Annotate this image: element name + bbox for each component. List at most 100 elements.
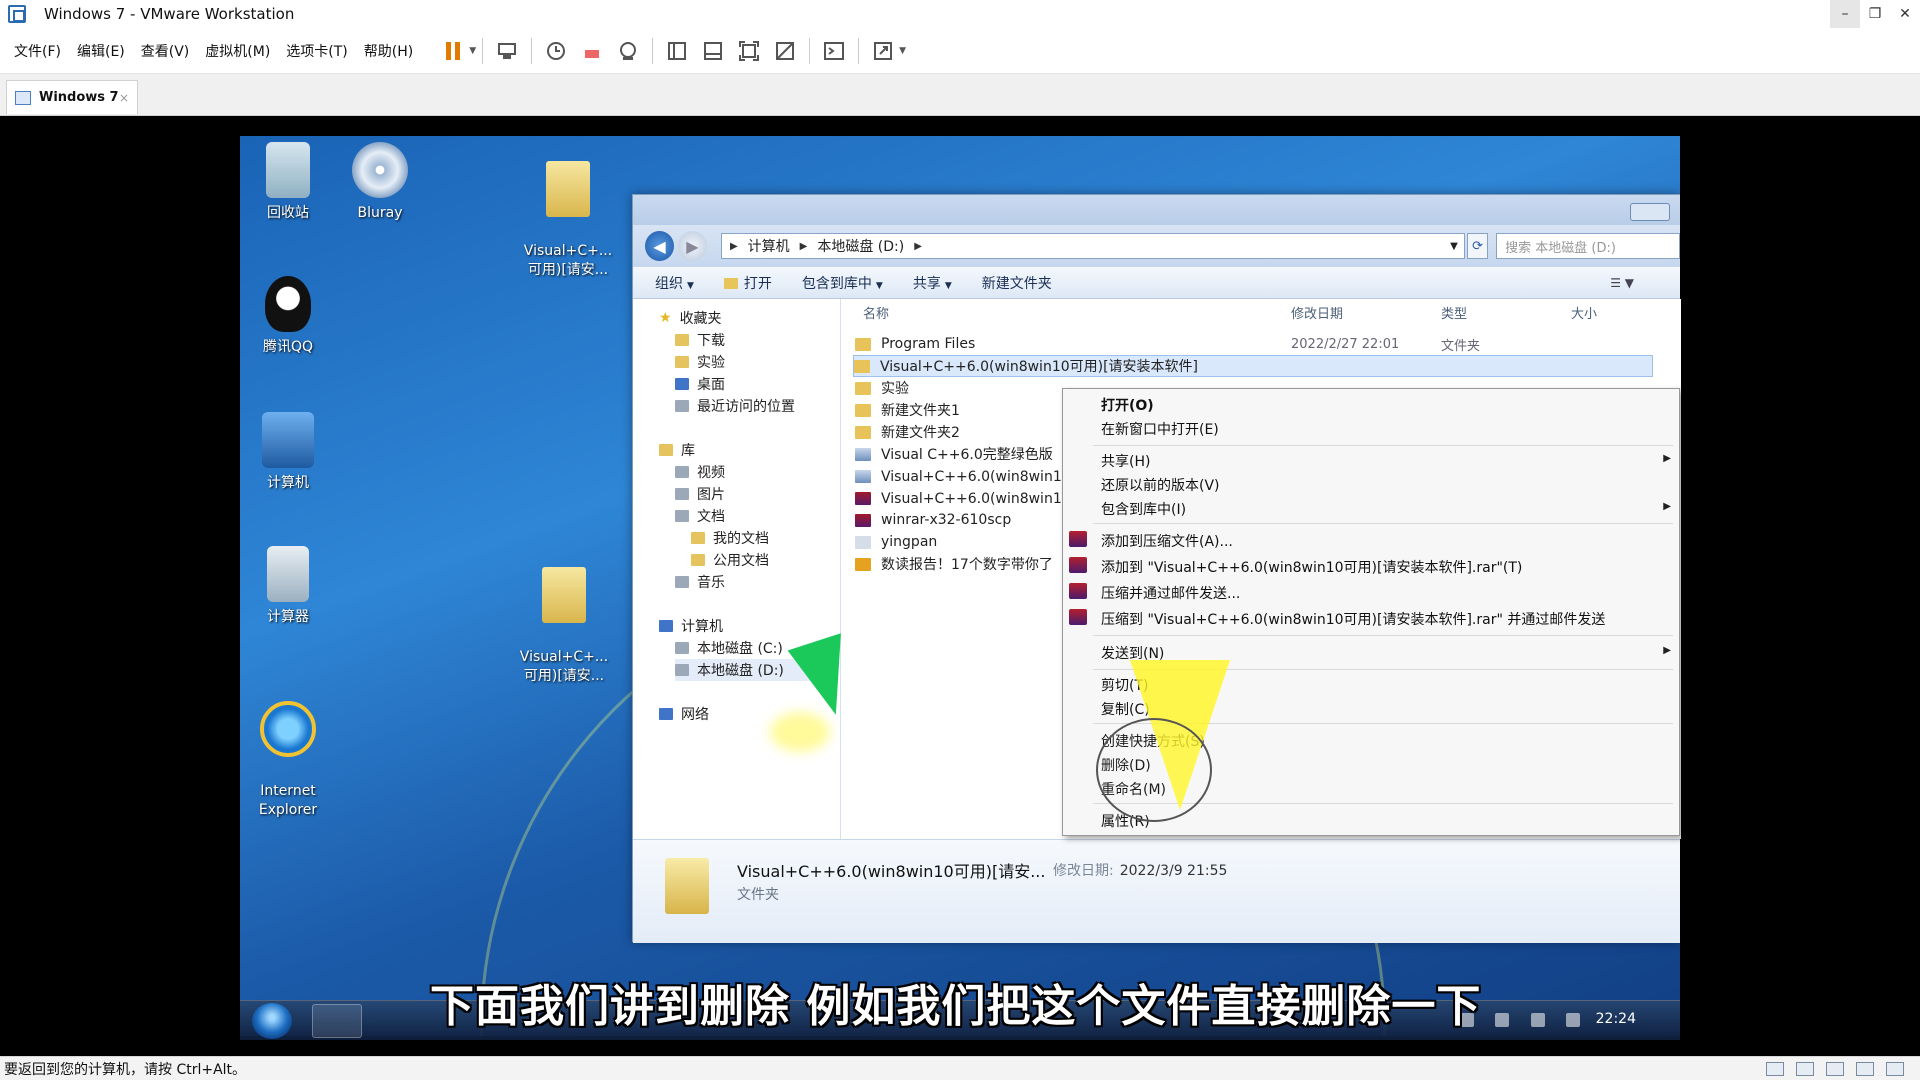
address-bar[interactable]: ▶ 计算机 ▶ 本地磁盘 (D:) ▶ ▼ [720,233,1465,259]
menu-file[interactable]: 文件(F) [14,41,61,61]
nav-desktop[interactable]: 桌面 [675,373,725,395]
taskbar-clock[interactable]: 22:24 [1596,1011,1636,1027]
breadcrumb-arrow-icon[interactable]: ▶ [800,241,808,252]
menu-vm[interactable]: 虚拟机(M) [205,41,270,61]
hard-disk-icon[interactable] [1766,1061,1784,1076]
nav-videos[interactable]: 视频 [675,461,725,483]
snapshot-manager-icon[interactable] [613,36,643,66]
desktop-icon-qq[interactable]: 腾讯QQ [240,276,336,357]
file-row-selected[interactable]: Visual+C++6.0(win8win10可用)[请安装本软件] [853,355,1653,377]
unity-icon[interactable] [770,36,800,66]
menu-item-compress-email[interactable]: 压缩并通过邮件发送... [1069,583,1240,603]
nav-downloads[interactable]: 下载 [675,329,725,351]
stretch-dropdown-icon[interactable]: ▼ [899,46,906,56]
tab-close-icon[interactable]: × [119,91,129,105]
open-button[interactable]: 打开 [724,273,772,293]
network-adapter-icon[interactable] [1796,1061,1814,1076]
menu-item-open[interactable]: 打开(O) [1101,395,1154,415]
new-folder-button[interactable]: 新建文件夹 [982,273,1052,293]
revert-snapshot-icon[interactable] [577,36,607,66]
column-header-name[interactable]: 名称 [863,299,889,325]
column-header-date[interactable]: 修改日期 [1291,299,1343,325]
menu-item-restore-versions[interactable]: 还原以前的版本(V) [1101,475,1220,495]
nav-public-documents[interactable]: 公用文档 [691,549,769,571]
menu-tabs[interactable]: 选项卡(T) [286,41,347,61]
share-button[interactable]: 共享 ▼ [913,273,952,293]
breadcrumb-computer[interactable]: 计算机 [748,236,790,256]
windows-start-icon[interactable] [252,1003,292,1039]
include-in-library-button[interactable]: 包含到库中 ▼ [802,273,883,293]
explorer-minimize-button[interactable] [1630,203,1670,221]
send-ctrl-alt-del-icon[interactable] [492,36,522,66]
nav-documents[interactable]: 文档 [675,505,725,527]
view-options-icon[interactable]: ☰ ▼ [1610,276,1634,290]
nav-recent-places[interactable]: 最近访问的位置 [675,395,795,417]
menu-item-add-to-archive[interactable]: 添加到压缩文件(A)... [1069,531,1233,551]
nav-experiment[interactable]: 实验 [675,351,725,373]
taskbar-ie-icon[interactable] [368,1004,418,1038]
desktop-icon-calculator[interactable]: 计算器 [240,546,336,627]
menu-view[interactable]: 查看(V) [141,41,190,61]
desktop-icon-computer[interactable]: 计算机 [240,412,336,493]
show-library-icon[interactable] [662,36,692,66]
back-arrow-icon[interactable]: ◀ [645,231,674,261]
desktop-icon-recycle-bin[interactable]: 回收站 [240,142,336,223]
desktop-icon-visual-cpp-shortcut[interactable]: Visual+C+... 可用)[请安... [516,548,612,686]
vmware-app-icon [8,5,26,23]
display-icon[interactable] [1886,1061,1904,1076]
tab-windows-7[interactable]: Windows 7 × [6,80,138,114]
desktop-icon-visual-cpp-folder[interactable]: Visual+C+... 可用)[请安... [520,142,616,280]
details-modified-value: 2022/3/9 21:55 [1119,863,1228,879]
sound-icon[interactable] [1856,1061,1874,1076]
menu-item-share[interactable]: 共享(H) [1101,451,1150,471]
column-header-size[interactable]: 大小 [1571,299,1597,325]
search-input[interactable]: 搜索 本地磁盘 (D:) [1496,233,1680,259]
tray-network-icon[interactable] [1530,1013,1545,1027]
stretch-guest-icon[interactable] [868,36,898,66]
file-name: yingpan [881,534,938,550]
nav-computer[interactable]: 计算机 [659,615,723,637]
restore-button[interactable]: ❐ [1860,0,1890,28]
console-view-icon[interactable] [819,36,849,66]
file-row[interactable]: Program Files 2022/2/27 22:01 文件夹 [855,333,1655,355]
snapshot-icon[interactable] [541,36,571,66]
computer-icon [659,620,673,632]
desktop-icon-bluray[interactable]: Bluray [332,142,428,223]
organize-button[interactable]: 组织 ▼ [655,273,694,293]
nav-pictures[interactable]: 图片 [675,483,725,505]
setup-icon [855,469,871,483]
menu-item-compress-rar-email[interactable]: 压缩到 "Visual+C++6.0(win8win10可用)[请安装本软件].… [1069,609,1605,629]
nav-favorites[interactable]: ★ 收藏夹 [659,307,722,329]
nav-disk-c[interactable]: 本地磁盘 (C:) [675,637,783,659]
toolbar-separator [858,37,860,64]
menu-item-include-library[interactable]: 包含到库中(I) [1101,499,1186,519]
menu-item-open-new-window[interactable]: 在新窗口中打开(E) [1101,419,1219,439]
menu-edit[interactable]: 编辑(E) [77,41,125,61]
tray-volume-icon[interactable] [1565,1013,1580,1027]
close-button[interactable]: ✕ [1890,0,1920,28]
nav-my-documents[interactable]: 我的文档 [691,527,769,549]
full-screen-icon[interactable] [734,36,764,66]
video-icon [675,466,689,478]
tray-help-icon[interactable] [1495,1013,1510,1027]
pause-dropdown-icon[interactable]: ▼ [469,46,476,56]
pause-icon[interactable] [438,36,468,66]
yellow-highlight-annotation [770,712,830,752]
show-thumbnail-bar-icon[interactable] [698,36,728,66]
minimize-button[interactable]: – [1830,0,1860,28]
desktop-icon-internet-explorer[interactable]: Internet Explorer [240,682,336,820]
nav-music[interactable]: 音乐 [675,571,725,593]
menu-help[interactable]: 帮助(H) [364,41,413,61]
refresh-icon[interactable]: ⟳ [1466,233,1489,259]
column-header-type[interactable]: 类型 [1441,299,1467,325]
nav-libraries[interactable]: 库 [659,439,695,461]
taskbar-explorer-icon[interactable] [312,1004,362,1038]
breadcrumb-disk-d[interactable]: 本地磁盘 (D:) [817,236,904,256]
breadcrumb-arrow-icon[interactable]: ▶ [914,241,922,252]
menu-item-add-to-rar[interactable]: 添加到 "Visual+C++6.0(win8win10可用)[请安装本软件].… [1069,557,1522,577]
address-dropdown-icon[interactable]: ▼ [1450,241,1458,252]
drive-icon [675,642,689,654]
forward-arrow-icon[interactable]: ▶ [677,231,707,261]
usb-icon[interactable] [1826,1061,1844,1076]
nav-network[interactable]: 网络 [659,703,709,725]
